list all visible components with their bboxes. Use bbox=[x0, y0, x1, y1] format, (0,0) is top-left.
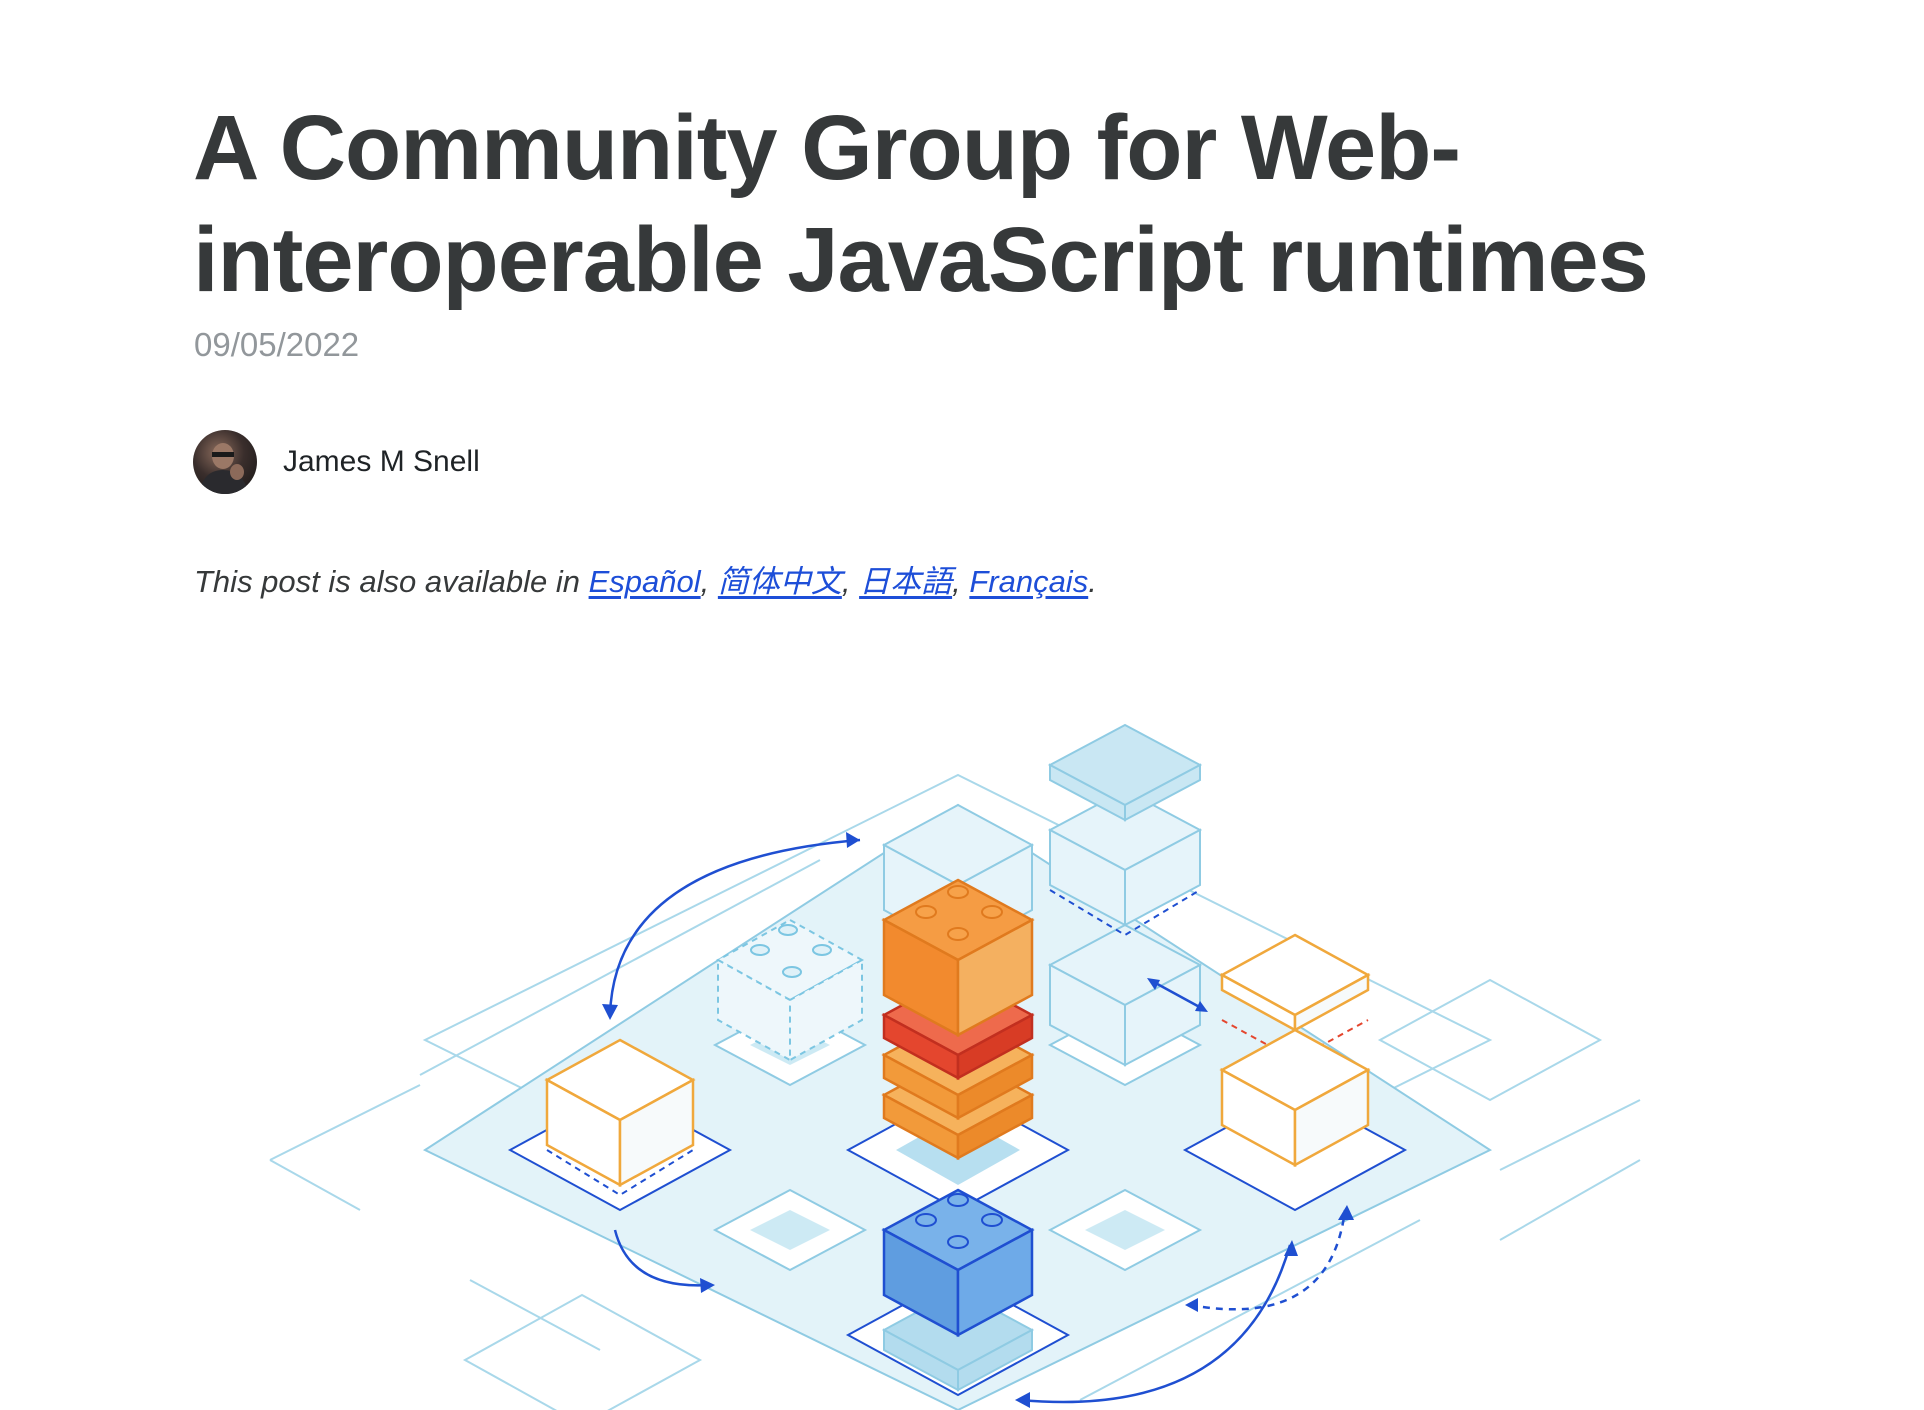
avatar-photo-icon bbox=[199, 443, 249, 494]
translation-link-zh[interactable]: 简体中文 bbox=[718, 564, 842, 599]
translation-link-ja[interactable]: 日本語 bbox=[859, 564, 952, 599]
hero-illustration bbox=[193, 700, 1753, 1410]
translations-suffix: . bbox=[1088, 564, 1097, 599]
author-name[interactable]: James M Snell bbox=[283, 445, 480, 479]
translations-notice: This post is also available in Español, … bbox=[194, 556, 1097, 601]
translations-prefix: This post is also available in bbox=[194, 564, 589, 599]
translation-link-fr[interactable]: Français bbox=[969, 564, 1088, 599]
building-blocks-icon bbox=[269, 723, 1641, 1410]
translation-link-es[interactable]: Español bbox=[589, 564, 701, 599]
translation-separator: , bbox=[952, 564, 970, 599]
post-date: 09/05/2022 bbox=[194, 326, 360, 363]
author-avatar[interactable] bbox=[193, 430, 257, 494]
translation-separator: , bbox=[700, 564, 718, 599]
post-title: A Community Group for Web-interoperable … bbox=[193, 97, 1649, 311]
author-byline: James M Snell bbox=[193, 430, 480, 494]
translation-separator: , bbox=[841, 564, 860, 599]
